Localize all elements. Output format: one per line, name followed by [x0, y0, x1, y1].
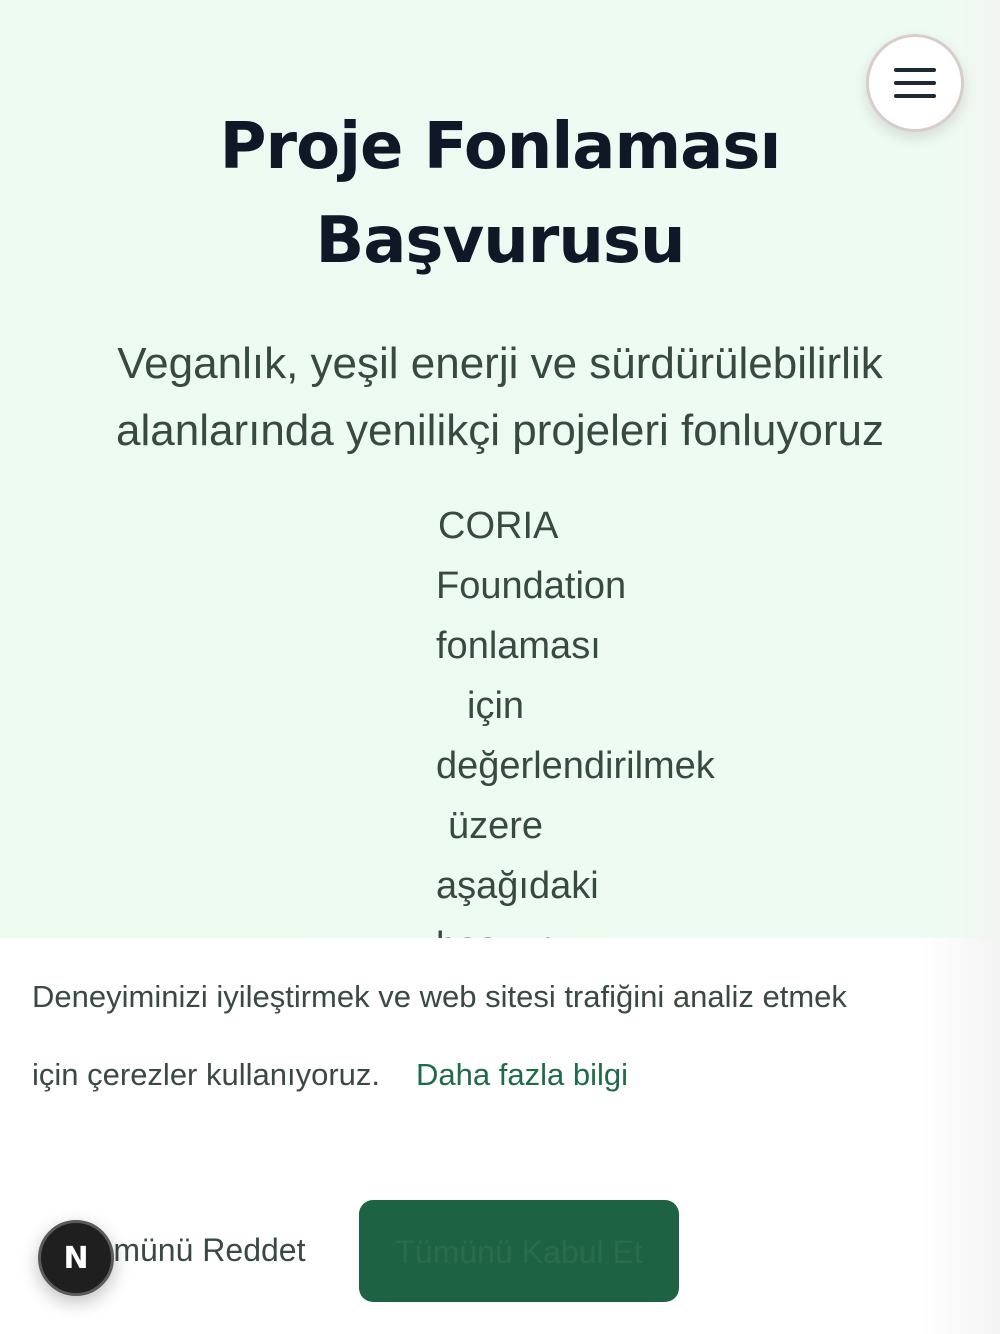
page-subtitle-line1: Veganlık, yeşil enerji ve sürdürülebilir… — [117, 339, 883, 388]
intro-word: aşağıdaki — [436, 865, 599, 907]
intro-word: üzere — [448, 805, 544, 847]
intro-word: Foundation — [436, 565, 627, 607]
intro-text: CORIA Foundation fonlaması için değerlen… — [436, 496, 836, 976]
accept-all-button[interactable]: Tümünü Kabul Et — [359, 1200, 679, 1302]
cookie-banner: Deneyiminizi iyileştirmek ve web sitesi … — [0, 938, 1000, 1334]
page: Proje Fonlaması Başvurusu Veganlık, yeşi… — [0, 0, 1000, 1334]
intro-word: için — [467, 685, 525, 727]
page-title-line1: Proje Fonlaması — [219, 110, 782, 184]
intro-word: değerlendirilmek — [436, 745, 715, 787]
nextjs-logo-icon: N — [63, 1240, 89, 1276]
cookie-message-line1: Deneyiminizi iyileştirmek ve web sitesi … — [32, 979, 847, 1014]
page-subtitle: Veganlık, yeşil enerji ve sürdürülebilir… — [70, 330, 930, 464]
page-subtitle-line2: alanlarında yenilikçi projeleri fonluyor… — [116, 406, 884, 455]
page-title: Proje Fonlaması Başvurusu — [0, 100, 1000, 288]
learn-more-link[interactable]: Daha fazla bilgi — [416, 1057, 628, 1092]
nextjs-dev-badge[interactable]: N — [38, 1220, 114, 1296]
cookie-message: Deneyiminizi iyileştirmek ve web sitesi … — [32, 958, 962, 1114]
hamburger-menu-icon — [894, 68, 936, 98]
intro-word: CORIA — [438, 505, 559, 547]
cookie-message-line2: için çerezler kullanıyoruz. — [32, 1057, 381, 1092]
intro-word: fonlaması — [436, 625, 601, 667]
page-title-line2: Başvurusu — [315, 204, 685, 278]
